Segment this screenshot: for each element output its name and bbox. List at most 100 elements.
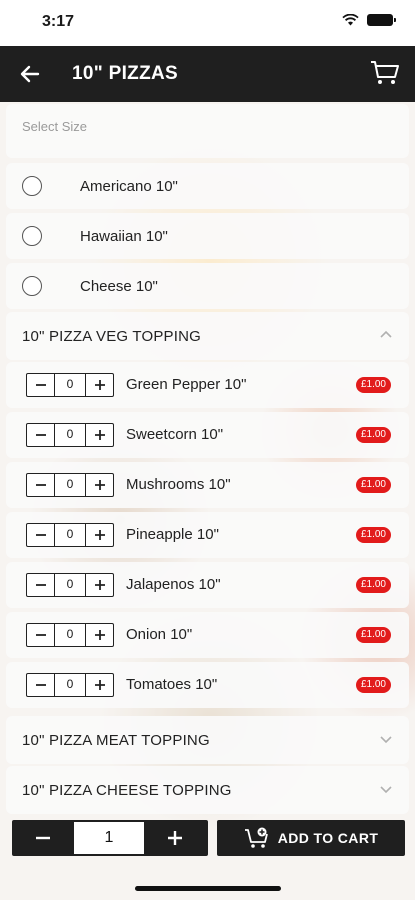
quantity-stepper: 0 — [26, 373, 114, 397]
quantity-stepper: 0 — [26, 623, 114, 647]
size-option[interactable]: Hawaiian 10" — [6, 213, 409, 259]
price-badge: £1.00 — [355, 527, 391, 543]
battery-icon — [367, 14, 396, 26]
minus-icon — [35, 584, 46, 586]
price-badge: £1.00 — [355, 477, 391, 493]
minus-icon — [35, 384, 46, 386]
topping-row: 0 Green Pepper 10" £1.00 — [6, 362, 409, 408]
quantity-value: 0 — [66, 377, 74, 391]
meat-topping-header[interactable]: 10" PIZZA MEAT TOPPING — [6, 716, 409, 764]
topping-row: 0 Jalapenos 10" £1.00 — [6, 562, 409, 608]
add-to-cart-label: ADD TO CART — [277, 830, 379, 846]
plus-icon — [94, 530, 105, 540]
quantity-value: 0 — [66, 677, 74, 691]
topping-label: Pineapple 10" — [126, 526, 219, 543]
quantity-stepper: 0 — [26, 523, 114, 547]
add-to-cart-icon — [244, 827, 268, 848]
size-option-label: Americano 10" — [80, 178, 178, 195]
topping-label: Onion 10" — [126, 626, 193, 643]
increment-button[interactable] — [85, 374, 113, 396]
topping-row: 0 Tomatoes 10" £1.00 — [6, 662, 409, 708]
size-option-label: Cheese 10" — [80, 278, 158, 295]
size-radio[interactable] — [22, 176, 42, 196]
increment-button[interactable] — [85, 574, 113, 596]
decrement-button[interactable] — [27, 574, 55, 596]
quantity-value: 0 — [66, 627, 74, 641]
plus-icon — [94, 430, 105, 440]
quantity-value: 0 — [66, 427, 74, 441]
quantity-value: 0 — [66, 577, 74, 591]
price-badge: £1.00 — [355, 627, 391, 643]
topping-row: 0 Onion 10" £1.00 — [6, 612, 409, 658]
decrement-button[interactable] — [27, 474, 55, 496]
home-indicator — [135, 886, 281, 891]
size-radio[interactable] — [22, 276, 42, 296]
topping-label: Jalapenos 10" — [126, 576, 221, 593]
quantity-stepper: 0 — [26, 573, 114, 597]
topping-label: Green Pepper 10" — [126, 376, 247, 393]
quantity-stepper: 0 — [26, 473, 114, 497]
price-badge: £1.00 — [355, 677, 391, 693]
plus-icon — [168, 831, 182, 845]
minus-icon — [35, 434, 46, 436]
cart-quantity-value[interactable]: 1 — [74, 822, 144, 854]
select-size-header: Select Size — [6, 104, 409, 158]
quantity-value: 0 — [66, 527, 74, 541]
topping-row: 0 Mushrooms 10" £1.00 — [6, 462, 409, 508]
price-badge: £1.00 — [355, 577, 391, 593]
options-list[interactable]: Select Size Americano 10" Hawaiian 10" C… — [0, 102, 415, 814]
minus-icon — [35, 534, 46, 536]
add-to-cart-button[interactable]: ADD TO CART — [217, 820, 405, 856]
plus-icon — [94, 580, 105, 590]
app-bar: 10" PIZZAS — [0, 46, 415, 102]
increment-button[interactable] — [85, 624, 113, 646]
cart-increment-button[interactable] — [144, 820, 206, 856]
size-option[interactable]: Cheese 10" — [6, 263, 409, 309]
arrow-left-icon — [20, 65, 40, 83]
quantity-stepper: 0 — [26, 423, 114, 447]
topping-label: Mushrooms 10" — [126, 476, 231, 493]
decrement-button[interactable] — [27, 624, 55, 646]
chevron-up-icon — [380, 330, 392, 338]
increment-button[interactable] — [85, 474, 113, 496]
minus-icon — [36, 836, 50, 840]
cart-quantity-stepper: 1 — [12, 820, 208, 856]
cheese-topping-header[interactable]: 10" PIZZA CHEESE TOPPING — [6, 766, 409, 814]
veg-topping-header[interactable]: 10" PIZZA VEG TOPPING — [6, 312, 409, 360]
topping-row: 0 Sweetcorn 10" £1.00 — [6, 412, 409, 458]
chevron-down-icon — [380, 736, 392, 744]
minus-icon — [35, 634, 46, 636]
section-title: 10" PIZZA MEAT TOPPING — [22, 732, 210, 749]
chevron-down-icon — [380, 786, 392, 794]
increment-button[interactable] — [85, 524, 113, 546]
select-size-label: Select Size — [22, 119, 88, 134]
status-icons — [342, 14, 396, 26]
size-option[interactable]: Americano 10" — [6, 163, 409, 209]
cart-decrement-button[interactable] — [12, 820, 74, 856]
decrement-button[interactable] — [27, 374, 55, 396]
section-title: 10" PIZZA VEG TOPPING — [22, 328, 202, 345]
plus-icon — [94, 480, 105, 490]
size-option-label: Hawaiian 10" — [80, 228, 168, 245]
bottom-bar: 1 ADD TO CART — [0, 816, 415, 864]
section-title: 10" PIZZA CHEESE TOPPING — [22, 782, 232, 799]
decrement-button[interactable] — [27, 524, 55, 546]
increment-button[interactable] — [85, 674, 113, 696]
minus-icon — [35, 684, 46, 686]
wifi-icon — [342, 14, 359, 26]
size-radio[interactable] — [22, 226, 42, 246]
plus-icon — [94, 380, 105, 390]
back-button[interactable] — [16, 60, 44, 88]
increment-button[interactable] — [85, 424, 113, 446]
minus-icon — [35, 484, 46, 486]
plus-icon — [94, 680, 105, 690]
status-bar: 3:17 — [0, 0, 415, 46]
cart-button[interactable] — [369, 58, 401, 88]
decrement-button[interactable] — [27, 674, 55, 696]
page-title: 10" PIZZAS — [72, 63, 178, 84]
topping-label: Tomatoes 10" — [126, 676, 218, 693]
decrement-button[interactable] — [27, 424, 55, 446]
price-badge: £1.00 — [355, 377, 391, 393]
topping-label: Sweetcorn 10" — [126, 426, 224, 443]
topping-row: 0 Pineapple 10" £1.00 — [6, 512, 409, 558]
